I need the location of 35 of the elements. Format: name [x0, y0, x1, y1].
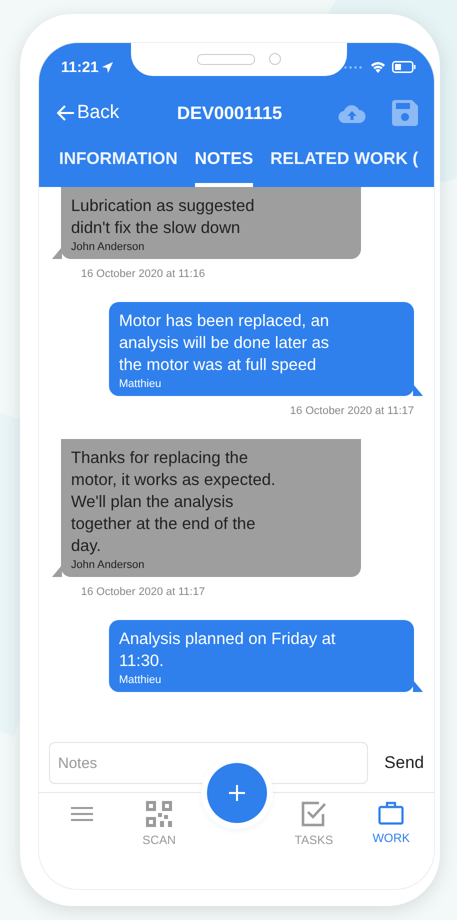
status-time: 11:21	[61, 58, 113, 76]
notes-input[interactable]: Notes	[49, 742, 368, 784]
wifi-icon	[370, 61, 386, 73]
camera-lens	[269, 53, 281, 65]
tab[interactable]: RELATED WORK (	[270, 135, 418, 187]
briefcase-icon	[378, 801, 404, 825]
nav-tab[interactable]: WORK	[356, 801, 426, 845]
qr-code-icon	[146, 801, 172, 827]
battery-icon	[392, 61, 416, 73]
send-button[interactable]: Send	[384, 753, 424, 773]
signal-icon	[344, 66, 364, 68]
location-arrow-icon	[102, 62, 113, 72]
message-timestamp: 16 October 2020 at 11:17	[81, 586, 206, 598]
cloud-upload-icon	[338, 103, 366, 123]
record-title: DEV0001115	[177, 102, 284, 124]
checkbox-icon	[300, 801, 327, 827]
back-button[interactable]: Back	[57, 102, 177, 124]
message-author: John Anderson	[71, 241, 146, 253]
message-author: Matthieu	[119, 378, 162, 390]
speaker-grille	[197, 54, 255, 64]
message-text: Analysis planned on Friday at 11:30.	[119, 629, 336, 672]
add-button[interactable]	[206, 763, 266, 823]
left-arrow-icon	[57, 105, 75, 121]
nav-tab[interactable]: SCAN	[124, 801, 194, 847]
message-timestamp: 16 October 2020 at 11:17	[290, 405, 414, 417]
plus-icon	[228, 785, 244, 801]
message-author: John Anderson	[71, 559, 146, 571]
menu-icon	[70, 807, 93, 821]
message-text: Motor has been replaced, an analysis will be done later as the motor was at full speed	[119, 311, 330, 376]
message-text: Lubrication as suggested didn't fix the slow down	[71, 196, 256, 239]
message-text: Thanks for replacing the motor, it works as expected. We'll plan the analysis together at the end of the day.	[71, 448, 277, 557]
tab[interactable]: INFORMATION	[59, 135, 178, 187]
nav-tab[interactable]: TASKS	[278, 801, 349, 847]
message-author: Matthieu	[119, 674, 162, 686]
message-timestamp: 16 October 2020 at 11:16	[81, 268, 206, 280]
